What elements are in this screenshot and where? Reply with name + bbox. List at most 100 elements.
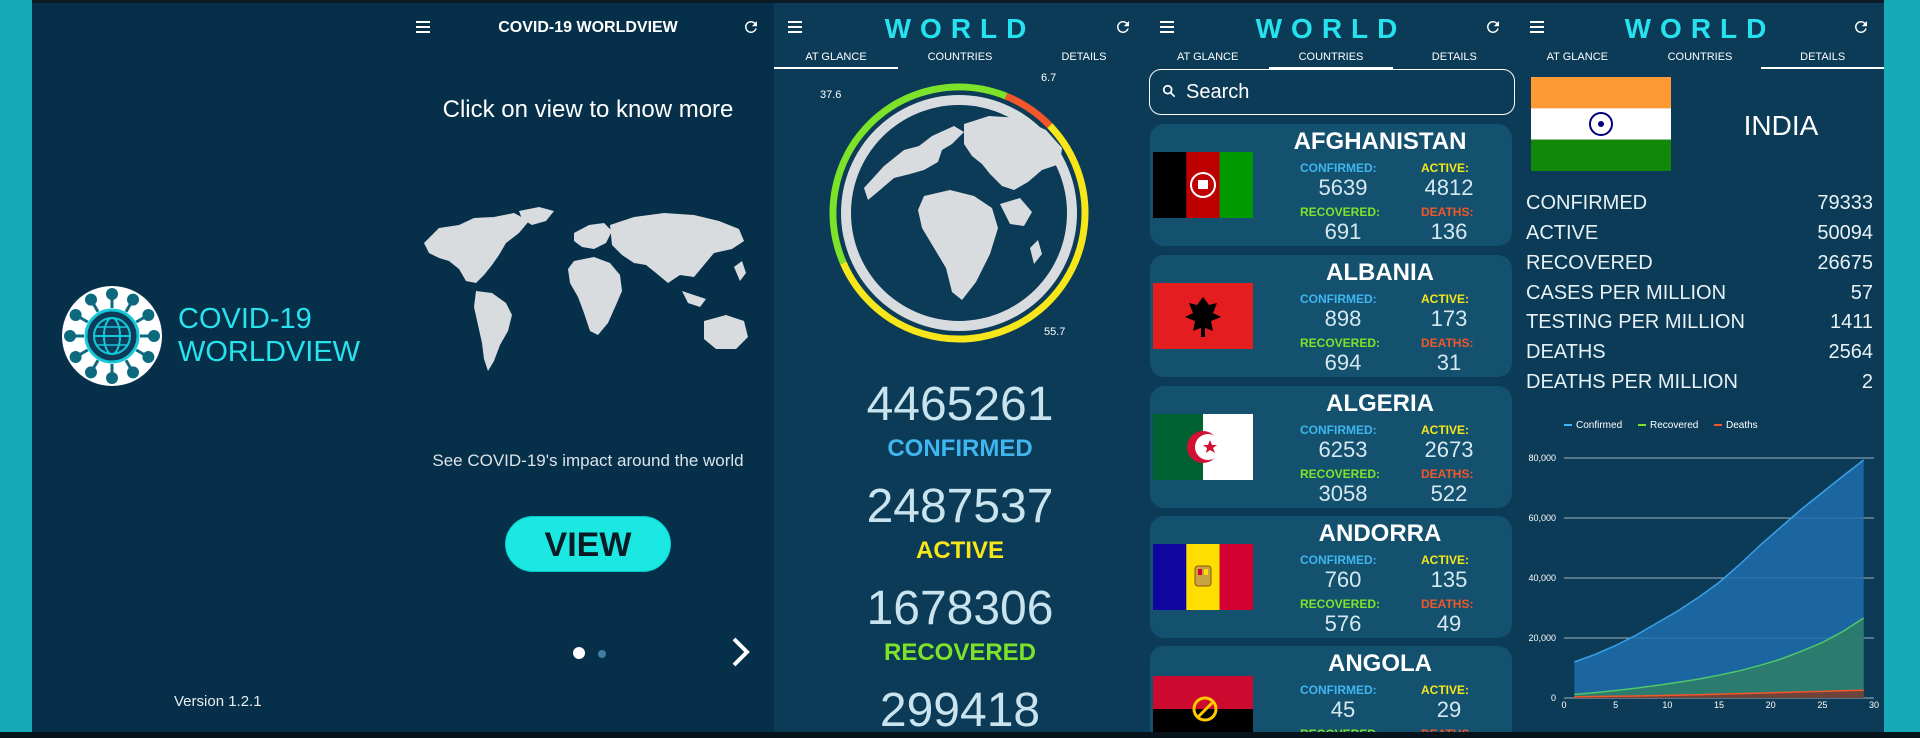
tab-details[interactable]: DETAILS: [1022, 49, 1146, 69]
app-title-line2: WORLDVIEW: [178, 336, 361, 368]
tab-details[interactable]: DETAILS: [1761, 49, 1884, 69]
globe-virus-icon: [64, 288, 160, 384]
active-label: ACTIVE:: [1421, 292, 1469, 306]
detail-label: DEATHS PER MILLION: [1526, 371, 1738, 393]
detail-value: 57: [1850, 282, 1873, 304]
virus-spike-tip: [69, 309, 82, 321]
y-tick-label: 20,000: [1528, 633, 1556, 643]
detail-row-recovered: RECOVERED 26675: [1526, 252, 1873, 282]
refresh-icon[interactable]: [1114, 18, 1132, 36]
app-bar: WORLD: [1516, 3, 1884, 49]
active-label: ACTIVE:: [1421, 683, 1469, 697]
tab-countries[interactable]: COUNTRIES: [1269, 49, 1393, 69]
country-name: ANDORRA: [1318, 520, 1442, 547]
x-tick-label: 25: [1817, 700, 1827, 710]
detail-value: 79333: [1817, 192, 1873, 214]
flag-algeria: [1153, 414, 1253, 480]
detail-label: TESTING PER MILLION: [1526, 311, 1745, 333]
deaths-label: DEATHS:: [1421, 336, 1474, 350]
world-title: WORLD: [1255, 13, 1407, 44]
recovered-value: 694: [1324, 350, 1362, 375]
app-bar-title: COVID-19 WORLDVIEW: [498, 19, 678, 36]
detail-row-confirmed: CONFIRMED 79333: [1526, 192, 1873, 222]
app-logo: [62, 286, 162, 386]
tab-at-glance[interactable]: AT GLANCE: [1516, 49, 1639, 69]
deaths-label: DEATHS:: [1421, 467, 1474, 481]
page-indicator-active[interactable]: [573, 647, 585, 659]
country-card[interactable]: ANGOLA CONFIRMED: ACTIVE: 45 29 RECOVERE…: [1150, 646, 1512, 732]
view-button[interactable]: VIEW: [505, 516, 671, 572]
active-label: ACTIVE:: [1421, 553, 1469, 567]
cases-ring-chart: [829, 83, 1089, 343]
y-tick-label: 80,000: [1528, 453, 1556, 463]
tab-countries[interactable]: COUNTRIES: [898, 49, 1022, 69]
chevron-right-icon[interactable]: [730, 635, 752, 669]
flag-albania: [1153, 283, 1253, 349]
country-name: ALGERIA: [1326, 390, 1434, 417]
intro-screen: COVID-19 WORLDVIEW Click on view to know…: [402, 3, 774, 732]
world-title: WORLD: [884, 13, 1036, 44]
detail-label: CONFIRMED: [1526, 192, 1648, 214]
detail-value: 2: [1861, 371, 1873, 393]
tab-at-glance[interactable]: AT GLANCE: [1146, 49, 1269, 69]
virus-spike-tip: [148, 330, 160, 342]
x-tick-label: 5: [1613, 700, 1618, 710]
tab-countries[interactable]: COUNTRIES: [1639, 49, 1762, 69]
y-tick-label: 0: [1551, 693, 1556, 703]
active-value: 173: [1430, 306, 1468, 331]
country-card[interactable]: ANDORRA CONFIRMED: ACTIVE: 760 135 RECOV…: [1150, 516, 1512, 638]
country-card[interactable]: ALGERIA CONFIRMED: ACTIVE: 6253 2673 REC…: [1150, 386, 1512, 508]
x-tick-label: 15: [1714, 700, 1724, 710]
legend-deaths: Deaths: [1714, 420, 1758, 431]
detail-value: 50094: [1817, 222, 1873, 244]
legend-confirmed: Confirmed: [1564, 420, 1622, 431]
x-tick-label: 0: [1561, 700, 1566, 710]
world-title: WORLD: [1624, 13, 1776, 44]
confirmed-count: 4465261: [866, 378, 1054, 431]
ring-label-deaths: 6.7: [1041, 72, 1057, 84]
countries-screen: WORLD AT GLANCE COUNTRIES DETAILS Search…: [1146, 3, 1516, 732]
y-tick-label: 60,000: [1528, 513, 1556, 523]
x-tick-label: 10: [1662, 700, 1672, 710]
confirmed-label: CONFIRMED:: [1300, 423, 1377, 437]
confirmed-value: 6253: [1318, 437, 1368, 462]
tab-details[interactable]: DETAILS: [1393, 49, 1516, 69]
app-title-line1: COVID-19: [178, 303, 312, 335]
country-name: AFGHANISTAN: [1293, 128, 1467, 155]
confirmed-value: 45: [1330, 697, 1356, 722]
recovered-label: RECOVERED:: [1300, 467, 1381, 481]
legend-recovered: Recovered: [1638, 420, 1698, 431]
flag-angola: [1153, 676, 1253, 732]
country-card[interactable]: ALBANIA CONFIRMED: ACTIVE: 898 173 RECOV…: [1150, 255, 1512, 377]
tab-at-glance[interactable]: AT GLANCE: [774, 49, 898, 69]
refresh-icon[interactable]: [1852, 18, 1870, 36]
recovered-label: RECOVERED:: [1300, 336, 1381, 350]
detail-value: 2564: [1828, 341, 1874, 363]
details-screen: WORLD AT GLANCE COUNTRIES DETAILS INDIA …: [1516, 3, 1884, 732]
detail-label: RECOVERED: [1526, 252, 1653, 274]
deaths-value: 31: [1436, 350, 1462, 375]
active-label: ACTIVE:: [1421, 423, 1469, 437]
refresh-icon[interactable]: [742, 18, 760, 36]
recovered-value: 576: [1324, 611, 1362, 636]
y-tick-label: 40,000: [1528, 573, 1556, 583]
flag-india: [1531, 77, 1671, 171]
ring-label-active: 55.7: [1044, 326, 1066, 338]
active-label: ACTIVE: [915, 537, 1004, 564]
active-value: 135: [1430, 567, 1468, 592]
app-bar: COVID-19 WORLDVIEW: [402, 3, 774, 49]
detail-label: CASES PER MILLION: [1526, 282, 1727, 304]
active-value: 4812: [1424, 175, 1474, 200]
confirmed-label: CONFIRMED:: [1300, 161, 1377, 175]
recovered-label: RECOVERED:: [1300, 205, 1381, 219]
click-instruction: Click on view to know more: [442, 96, 734, 123]
search-input[interactable]: Search: [1149, 69, 1515, 115]
detail-label: DEATHS: [1526, 341, 1606, 363]
recovered-label: RECOVERED: [883, 639, 1037, 666]
page-indicator-inactive[interactable]: [598, 650, 606, 658]
detail-row-deaths: DEATHS 2564: [1526, 341, 1873, 371]
detail-row-cases-per-million: CASES PER MILLION 57: [1526, 282, 1873, 312]
refresh-icon[interactable]: [1484, 18, 1502, 36]
history-area-chart: 0 20,000 40,000 60,000 80,000 0 5 10 15 20 25 30: [1528, 453, 1879, 710]
country-card[interactable]: AFGHANISTAN CONFIRMED: ACTIVE: 5639 4812…: [1150, 124, 1512, 246]
